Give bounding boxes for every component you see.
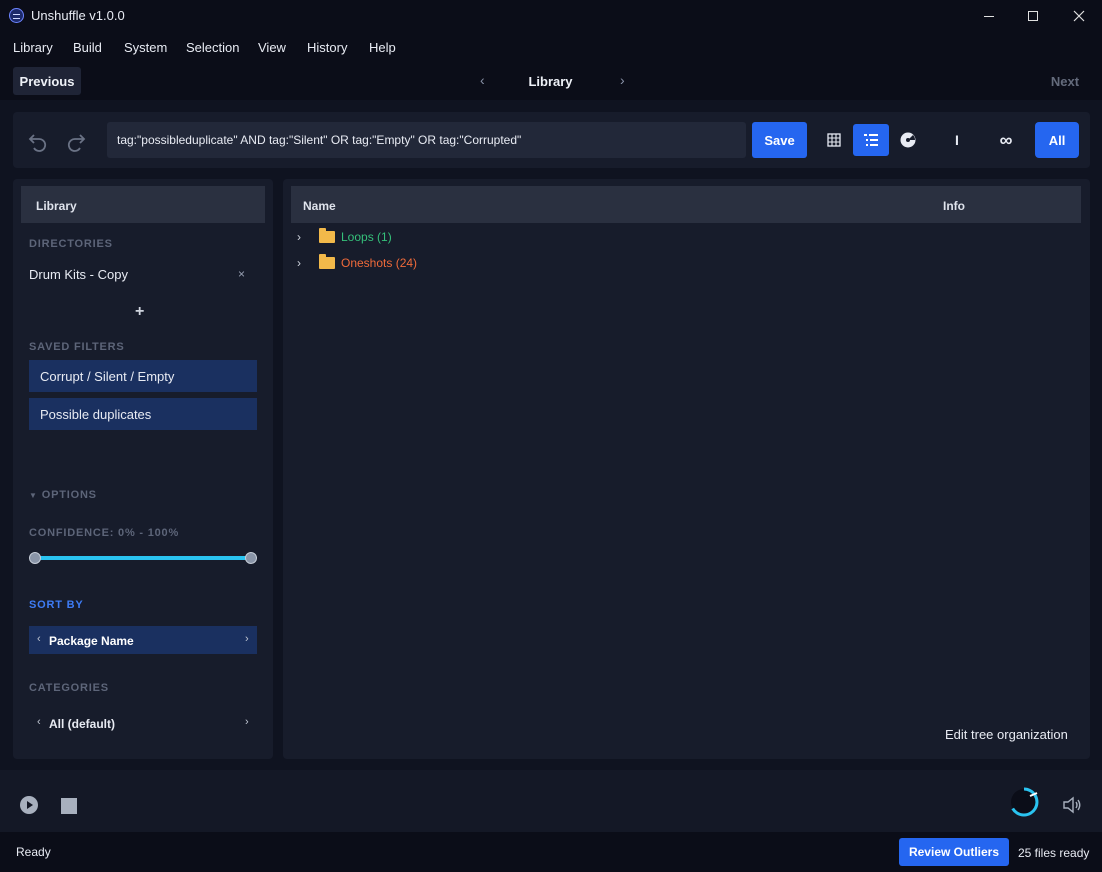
status-text: Ready — [16, 845, 51, 859]
app-logo-icon — [9, 8, 24, 23]
undo-icon[interactable] — [27, 130, 49, 152]
previous-button[interactable]: Previous — [13, 67, 81, 95]
folder-icon — [319, 228, 335, 243]
review-outliers-button[interactable]: Review Outliers — [899, 838, 1009, 866]
confidence-slider-fill — [35, 556, 251, 560]
categories-selector[interactable]: ‹ All (default) › — [29, 709, 257, 737]
saved-filter-item[interactable]: Corrupt / Silent / Empty — [29, 360, 257, 392]
confidence-min-handle[interactable] — [29, 552, 41, 564]
remove-directory-button[interactable]: × — [238, 267, 245, 281]
loop-filter-button[interactable]: ∞ — [988, 124, 1024, 156]
nav-right-arrow[interactable]: › — [620, 72, 625, 88]
folder-label: Oneshots (24) — [341, 256, 418, 270]
menu-view[interactable]: View — [258, 40, 286, 55]
nav-left-arrow[interactable]: ‹ — [480, 72, 485, 88]
menu-system[interactable]: System — [124, 40, 167, 55]
folder-icon — [319, 254, 335, 269]
directory-item[interactable]: Drum Kits - Copy — [29, 267, 128, 282]
chevron-right-icon[interactable]: › — [297, 230, 309, 244]
menu-help[interactable]: Help — [369, 40, 396, 55]
options-toggle[interactable]: ▼ OPTIONS — [29, 489, 97, 501]
grid-view-icon — [827, 133, 841, 147]
tree-row-oneshots[interactable]: › Oneshots (24) — [297, 253, 417, 273]
library-sidebar: Library DIRECTORIES Drum Kits - Copy × +… — [13, 179, 273, 759]
list-view-button[interactable] — [853, 124, 889, 156]
minimize-button[interactable] — [966, 0, 1012, 32]
column-info[interactable]: Info — [943, 199, 965, 213]
chevron-left-icon[interactable]: ‹ — [37, 716, 41, 728]
close-window-button[interactable] — [1056, 0, 1102, 32]
all-filter-button[interactable]: All — [1035, 122, 1079, 158]
add-directory-button[interactable]: + — [135, 303, 144, 321]
chevron-left-icon[interactable]: ‹ — [37, 633, 41, 645]
list-view-icon — [864, 134, 878, 146]
grid-view-button[interactable] — [816, 124, 852, 156]
speaker-icon[interactable] — [1062, 796, 1082, 814]
menu-build[interactable]: Build — [73, 40, 102, 55]
redo-icon[interactable] — [65, 130, 87, 152]
saved-filters-label: SAVED FILTERS — [29, 341, 125, 353]
chevron-right-icon[interactable]: › — [297, 256, 309, 270]
nav-title: Library — [528, 74, 573, 89]
navigation-bar: Previous ‹ Library › Next — [0, 62, 1102, 100]
directories-label: DIRECTORIES — [29, 238, 113, 250]
maximize-icon — [1028, 11, 1038, 21]
column-name[interactable]: Name — [303, 199, 336, 213]
chevron-right-icon[interactable]: › — [245, 633, 249, 645]
caret-down-icon: ▼ — [29, 491, 38, 500]
title-bar: Unshuffle v1.0.0 — [0, 0, 1102, 32]
categories-label: CATEGORIES — [29, 682, 109, 694]
save-query-button[interactable]: Save — [752, 122, 807, 158]
saved-filter-item[interactable]: Possible duplicates — [29, 398, 257, 430]
volume-knob-icon[interactable] — [1008, 786, 1040, 818]
edit-tree-organization-link[interactable]: Edit tree organization — [945, 727, 1068, 742]
player-bar — [0, 770, 1102, 832]
confidence-slider[interactable] — [35, 556, 251, 560]
sort-by-label: SORT BY — [29, 599, 84, 611]
oneshot-filter-button[interactable]: I — [939, 124, 975, 156]
disc-view-button[interactable] — [890, 124, 926, 156]
next-button[interactable]: Next — [1040, 74, 1090, 89]
folder-label: Loops (1) — [341, 230, 392, 244]
confidence-label: CONFIDENCE: 0% - 100% — [29, 527, 180, 539]
menu-selection[interactable]: Selection — [186, 40, 239, 55]
menu-history[interactable]: History — [307, 40, 347, 55]
chevron-right-icon[interactable]: › — [245, 716, 249, 728]
sort-by-selector[interactable]: ‹ Package Name › — [29, 626, 257, 654]
sort-by-value: Package Name — [49, 634, 134, 648]
tree-row-loops[interactable]: › Loops (1) — [297, 227, 392, 247]
query-input[interactable] — [107, 122, 746, 158]
options-label: OPTIONS — [41, 489, 97, 501]
stop-button[interactable] — [61, 798, 77, 814]
categories-value: All (default) — [49, 717, 115, 731]
disc-icon — [900, 132, 916, 148]
files-ready-count: 25 files ready — [1018, 846, 1090, 860]
search-toolbar: Save I ∞ All — [13, 112, 1090, 168]
confidence-max-handle[interactable] — [245, 552, 257, 564]
menu-library[interactable]: Library — [13, 40, 53, 55]
menu-bar: Library Build System Selection View Hist… — [0, 32, 1102, 62]
close-icon — [1073, 10, 1085, 22]
status-bar: Ready Review Outliers 25 files ready — [0, 832, 1102, 872]
minimize-icon — [984, 15, 994, 17]
file-tree-panel: Name Info › Loops (1) › Oneshots (24) Ed… — [283, 179, 1090, 759]
sidebar-header: Library — [21, 186, 265, 223]
maximize-button[interactable] — [1010, 0, 1056, 32]
play-button[interactable] — [20, 796, 38, 814]
window-title: Unshuffle v1.0.0 — [31, 8, 125, 23]
tree-header: Name Info — [291, 186, 1081, 223]
